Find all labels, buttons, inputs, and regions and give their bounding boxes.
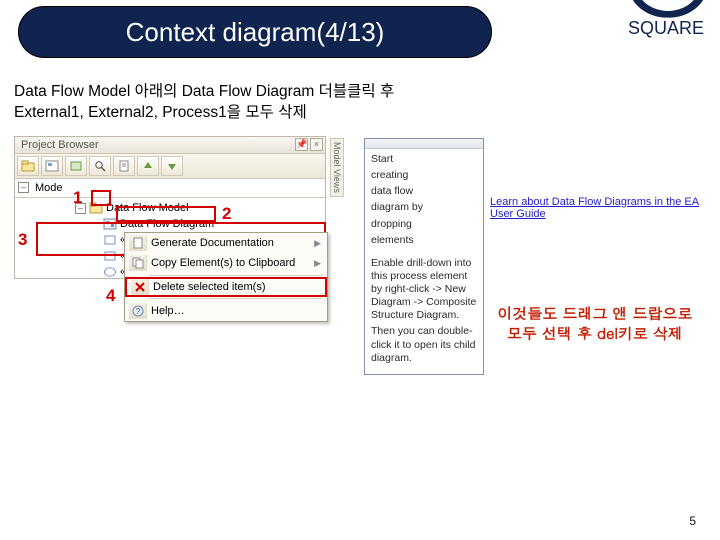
side-tabs: Model Views [326,138,344,197]
up-button[interactable] [137,156,159,176]
brand-arc [628,0,708,18]
panel-close-icon[interactable]: × [310,138,323,151]
address-bar: – [15,179,325,198]
reference-head [365,139,483,149]
doc-icon [129,235,147,251]
new-package-button[interactable] [17,156,39,176]
callout-2: 2 [222,204,231,224]
help-icon: ? [129,303,147,319]
delete-icon [131,279,149,295]
copy-icon [129,255,147,271]
new-element-button[interactable] [65,156,87,176]
menu-item-label: Help… [151,305,185,317]
menu-separator [149,298,323,299]
menu-separator [149,275,323,276]
menu-item-label: Copy Element(s) to Clipboard [151,257,295,269]
instruction-text: Data Flow Model 아래의 Data Flow Diagram 더블… [14,82,394,124]
slide-header: Context diagram(4/13) SQUARE [0,0,720,68]
process-icon [103,266,117,278]
expand-icon[interactable]: – [18,182,29,193]
submenu-icon: ▶ [314,258,321,269]
menu-help[interactable]: ? Help… [125,301,327,321]
panel-toolbar [15,154,325,179]
reference-body: Start creating data flow diagram by drop… [365,149,483,374]
submenu-icon: ▶ [314,238,321,249]
callout-1: 1 [73,188,82,208]
brand-label: SQUARE [628,18,704,39]
search-button[interactable] [89,156,111,176]
new-diagram-button[interactable] [41,156,63,176]
menu-item-label: Generate Documentation [151,237,274,249]
svg-text:?: ? [135,307,140,316]
menu-generate-doc[interactable]: Generate Documentation ▶ [125,233,327,253]
side-note: 이것들도 드래그 앤 드랍으로 모두 선택 후 del키로 삭제 [488,304,702,345]
reference-link[interactable]: Learn about Data Flow Diagrams in the EA… [490,196,700,220]
menu-delete[interactable]: Delete selected item(s) [125,277,327,297]
menu-item-label: Delete selected item(s) [153,281,266,293]
panel-title: Project Browser 📌 × [15,137,325,154]
panel-pin-icon[interactable]: 📌 [295,138,308,151]
callout-box-2 [116,206,216,222]
down-button[interactable] [161,156,183,176]
menu-copy[interactable]: Copy Element(s) to Clipboard ▶ [125,253,327,273]
reference-panel: Start creating data flow diagram by drop… [364,138,484,375]
doc-button[interactable] [113,156,135,176]
context-menu: Generate Documentation ▶ Copy Element(s)… [124,232,328,322]
side-tab[interactable]: Model Views [330,138,344,197]
page-number: 5 [689,514,696,528]
callout-3: 3 [18,230,27,250]
slide-title: Context diagram(4/13) [18,6,492,58]
callout-box-1 [91,190,111,206]
callout-4: 4 [106,286,115,306]
